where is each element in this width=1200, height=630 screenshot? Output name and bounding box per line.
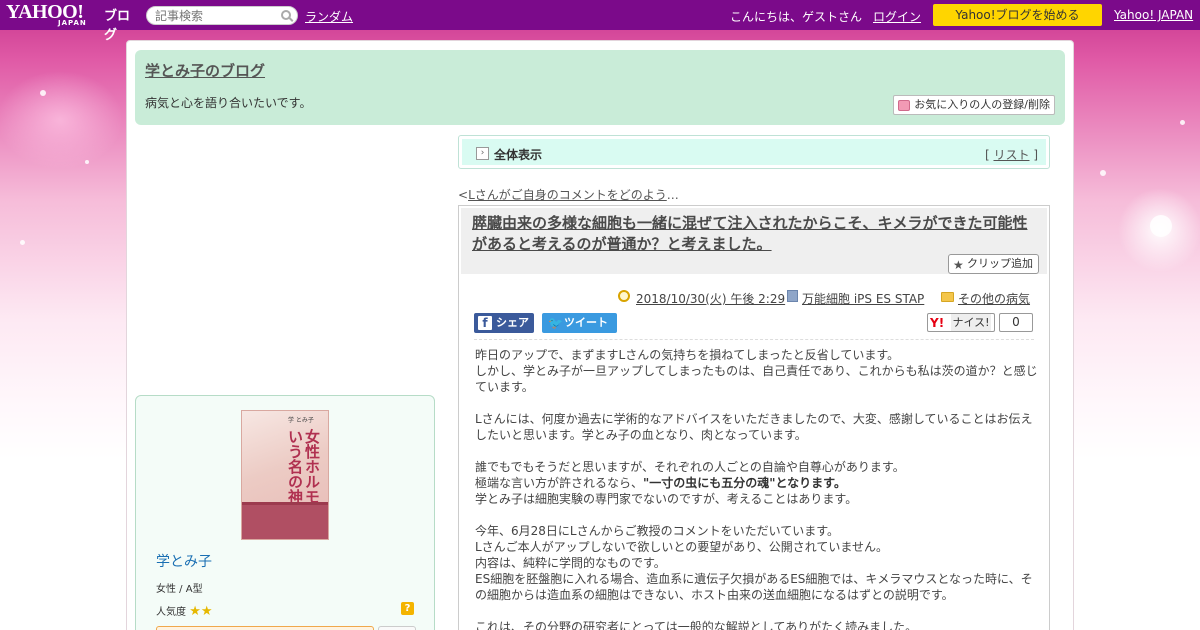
search-box	[146, 6, 298, 25]
body-paragraph: 昨日のアップで、まずますLさんの気持ちを損ねてしまったと反省しています。	[475, 348, 900, 362]
nice-button[interactable]: Y! ナイス!	[927, 313, 995, 332]
clip-add-button[interactable]: ★ クリップ追加	[948, 254, 1039, 274]
star-icon: ★	[953, 258, 964, 272]
sparkle-decoration	[1180, 120, 1185, 125]
sparkle-decoration	[40, 90, 46, 96]
view-all-label[interactable]: 全体表示	[494, 146, 542, 163]
body-paragraph: 誰でもでもそうだと思いますが、それぞれの人ごとの自論や自尊心があります。	[475, 460, 905, 474]
previous-article-link[interactable]: <Lさんがご自身のコメントをどのよう…	[458, 186, 679, 203]
article-body: 昨日のアップで、まずますLさんの気持ちを損ねてしまったと反省しています。 しかし…	[475, 347, 1041, 630]
logo-japan-text: JAPAN	[58, 19, 87, 27]
blog-title[interactable]: 学とみ子のブログ	[145, 60, 265, 81]
blog-description: 病気と心を語り合いたいです。	[145, 96, 312, 110]
article-title[interactable]: 膵臓由来の多様な細胞も一緒に混ぜて注入されたからこそ、キメラができた可能性がある…	[472, 213, 1040, 255]
prev-suffix: …	[666, 188, 679, 202]
body-paragraph: これは、その分野の研究者にとっては一般的な解説としてありがたく読みました。	[475, 620, 918, 630]
yahoo-y-icon: Y!	[930, 316, 945, 330]
divider	[474, 339, 1034, 340]
blog-header: 学とみ子のブログ 病気と心を語り合いたいです。 お気に入りの人の登録/削除	[135, 50, 1065, 125]
yahoo-japan-link[interactable]: Yahoo! JAPAN	[1114, 8, 1193, 22]
body-paragraph	[475, 603, 1041, 619]
profile-popularity: 人気度 ★★	[156, 603, 213, 619]
body-paragraph: ES細胞を胚盤胞に入れる場合、造血系に遺伝子欠損があるES細胞では、キメラマウス…	[475, 572, 1033, 602]
heart-icon	[898, 100, 911, 111]
prev-prefix: <	[458, 188, 469, 202]
sparkle-decoration	[20, 240, 25, 245]
view-all-bar: › 全体表示 [ リスト ]	[458, 135, 1050, 169]
body-paragraph: しかし、学とみ子が一旦アップしてしまったものは、自己責任であり、これからも私は茨…	[475, 364, 1038, 394]
profile-secondary-button[interactable]	[378, 626, 416, 630]
body-paragraph: 今年、6月28日にLさんからご教授のコメントをいただいています。	[475, 524, 840, 538]
profile-name[interactable]: 学とみ子	[156, 551, 212, 571]
share-label: シェア	[496, 316, 529, 329]
profile-book-image[interactable]: 学 とみ子 女性ホルモンという名の神話	[241, 410, 329, 540]
prev-article-title[interactable]: Lさんがご自身のコメントをどのよう	[468, 188, 667, 202]
login-link[interactable]: ログイン	[873, 8, 921, 25]
star-icon: ★	[189, 604, 201, 619]
clock-icon	[618, 290, 630, 302]
twitter-bird-icon: 🐦	[548, 316, 563, 330]
search-icon[interactable]	[281, 10, 291, 20]
sparkle-decoration	[1100, 170, 1106, 176]
body-paragraph-emphasis: 極端な言い方が許されるなら、"一寸の虫にも五分の魂"となります。	[475, 475, 1041, 491]
logo-blog-text: ブログ	[104, 9, 131, 43]
book-author: 学 とみ子	[288, 417, 314, 424]
clip-add-label: クリップ追加	[967, 257, 1033, 270]
random-link[interactable]: ランダム	[305, 8, 353, 25]
search-input[interactable]	[155, 7, 283, 24]
sparkle-decoration	[85, 160, 89, 164]
list-view-link[interactable]: リスト	[993, 148, 1029, 162]
body-paragraph	[475, 395, 1041, 411]
favorite-register-button[interactable]: お気に入りの人の登録/削除	[893, 95, 1055, 115]
list-view-control: [ リスト ]	[985, 146, 1038, 163]
book-band	[242, 505, 328, 539]
body-paragraph: Lさんには、何度か過去に学術的なアドバイスをいただきましたので、大変、感謝してい…	[475, 412, 1033, 442]
emphasis-text: "一寸の虫にも五分の魂"となります。	[643, 476, 846, 490]
nice-label: ナイス!	[951, 314, 991, 331]
category-icon	[787, 290, 798, 302]
tweet-label: ツイート	[564, 316, 608, 329]
global-header: YAHOO! JAPAN ブログ ランダム こんにちは、ゲストさん ログイン Y…	[0, 0, 1200, 43]
profile-box: 学 とみ子 女性ホルモンという名の神話 学とみ子 女性 / A型 人気度 ★★ …	[135, 395, 435, 630]
article-date[interactable]: 2018/10/30(火) 午後 2:29	[636, 290, 785, 307]
chevron-right-icon: ›	[476, 147, 489, 160]
folder-icon	[941, 292, 954, 302]
nice-count: 0	[999, 313, 1033, 332]
yahoo-blog-logo[interactable]: YAHOO! JAPAN ブログ	[6, 2, 142, 43]
body-paragraph: Lさんご本人がアップしないで欲しいとの要望があり、公開されていません。	[475, 540, 889, 554]
body-paragraph: 学とみ子は細胞実験の専門家でないのですが、考えることはあります。	[475, 492, 858, 506]
profile-info: 女性 / A型	[156, 584, 203, 595]
profile-action-button[interactable]	[156, 626, 374, 630]
start-blog-button[interactable]: Yahoo!ブログを始める	[933, 4, 1102, 26]
popularity-label: 人気度	[156, 607, 186, 618]
favorite-register-label: お気に入りの人の登録/削除	[914, 98, 1050, 111]
article-header: 膵臓由来の多様な細胞も一緒に混ぜて注入されたからこそ、キメラができた可能性がある…	[461, 208, 1047, 274]
body-paragraph	[475, 507, 1041, 523]
body-paragraph: 内容は、純粋に学問的なものです。	[475, 556, 666, 570]
article: 膵臓由来の多様な細胞も一緒に混ぜて注入されたからこそ、キメラができた可能性がある…	[458, 205, 1050, 630]
article-folder[interactable]: その他の病気	[958, 290, 1030, 307]
list-bracket-close: ]	[1029, 148, 1038, 162]
body-paragraph	[475, 443, 1041, 459]
greeting-text: こんにちは、ゲストさん	[730, 10, 863, 24]
body-text: 極端な言い方が許されるなら、	[475, 476, 644, 490]
article-category[interactable]: 万能細胞 iPS ES STAP	[802, 290, 924, 307]
tweet-button[interactable]: 🐦 ツイート	[542, 313, 617, 333]
sparkle-decoration	[1150, 215, 1172, 237]
help-icon[interactable]: ?	[401, 602, 414, 615]
facebook-icon: f	[478, 316, 492, 330]
star-icon: ★	[200, 604, 213, 619]
facebook-share-button[interactable]: f シェア	[474, 313, 534, 333]
